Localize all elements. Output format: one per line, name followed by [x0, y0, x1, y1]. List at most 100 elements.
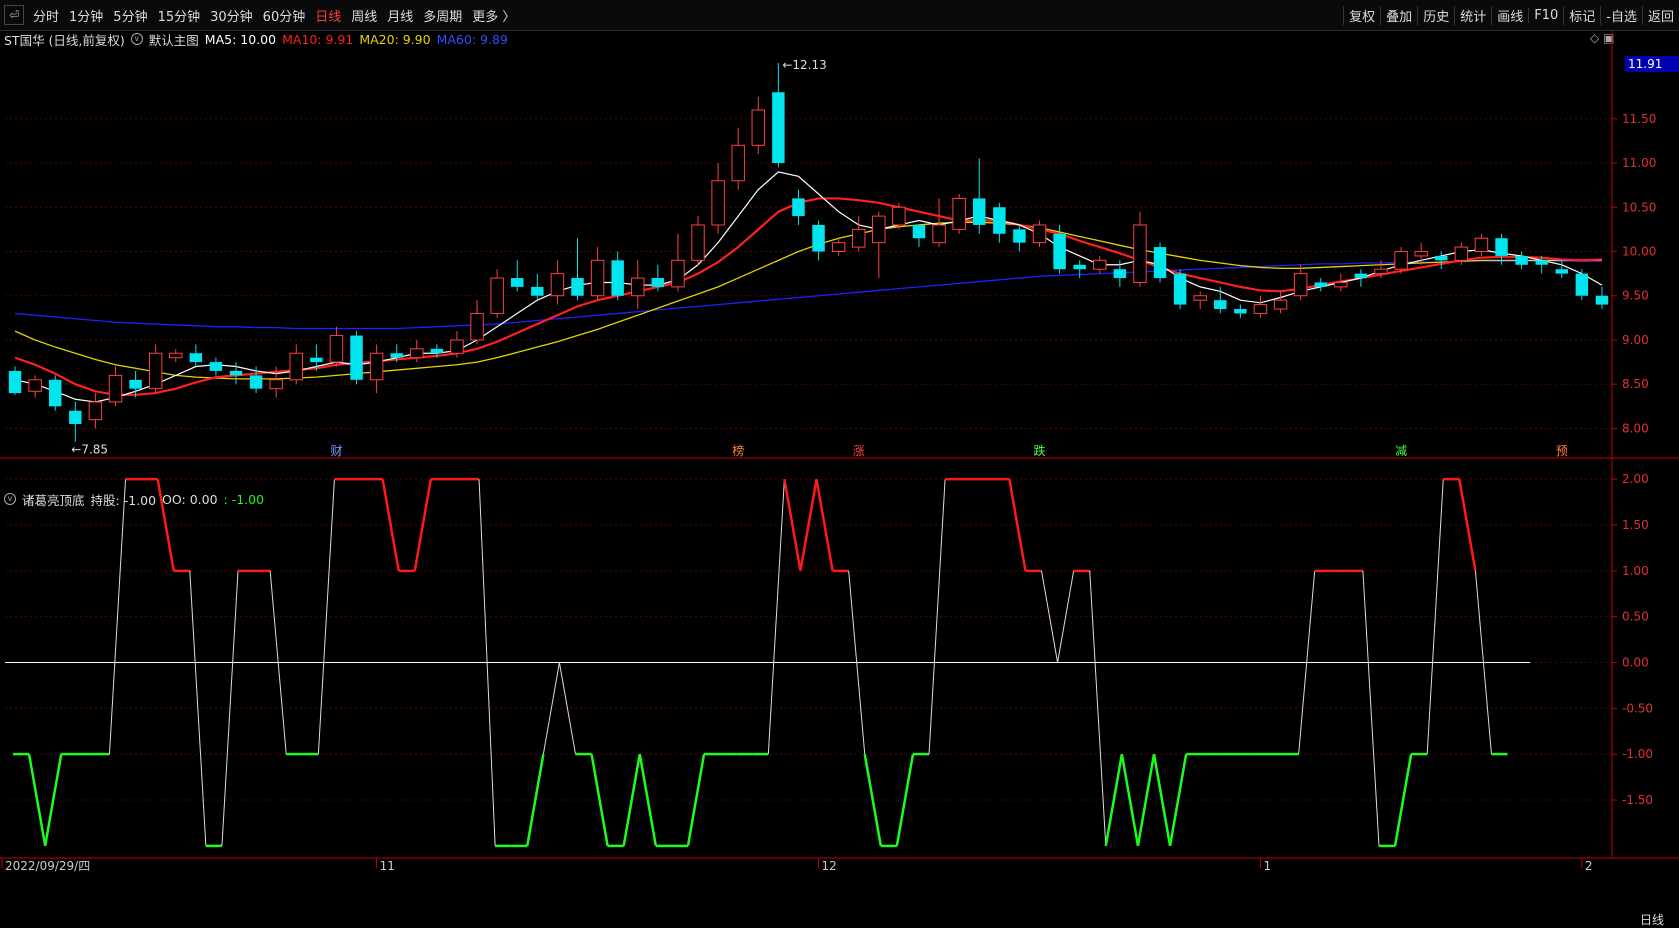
candle-body	[1394, 251, 1408, 270]
candle-body	[1314, 282, 1327, 287]
toolbar-button-7[interactable]: -自选	[1600, 5, 1642, 25]
candle-body	[450, 339, 464, 354]
candle-body	[129, 379, 142, 389]
period-tab-9[interactable]: 多周期	[418, 6, 467, 25]
toolbar-button-0[interactable]: 复权	[1343, 5, 1380, 25]
event-marker: 减	[1395, 444, 1407, 458]
candle-body	[1515, 255, 1528, 265]
candle-body	[691, 224, 705, 261]
toolbar-button-8[interactable]: 返回	[1641, 5, 1679, 25]
candle-body	[1234, 309, 1247, 314]
candle-body	[8, 370, 22, 394]
toolbar-button-4[interactable]: 画线	[1491, 5, 1528, 25]
back-icon[interactable]: ⏎	[4, 5, 24, 25]
period-tab-2[interactable]: 5分钟	[108, 6, 152, 25]
ind-tick-label: -0.50	[1622, 701, 1653, 715]
candle-body	[973, 198, 986, 225]
candle-body	[993, 207, 1006, 234]
toolbar-button-6[interactable]: 标记	[1563, 5, 1600, 25]
price-tick-label: 10.00	[1622, 245, 1656, 259]
candle-body	[1435, 255, 1448, 261]
candle-body	[1414, 251, 1428, 257]
price-tick-label: 11.50	[1622, 112, 1656, 126]
candle-body	[831, 242, 846, 253]
candle-body	[169, 352, 183, 359]
indicator-segment	[1168, 753, 1188, 847]
toolbar-button-3[interactable]: 统计	[1454, 5, 1491, 25]
toolbar-button-2[interactable]: 历史	[1417, 5, 1454, 25]
candle-body	[651, 278, 665, 287]
candle-body	[1454, 246, 1469, 261]
price-tick-label: 11.00	[1622, 156, 1656, 170]
date-label: 2	[1585, 859, 1593, 873]
period-tab-0[interactable]: 分时	[28, 6, 64, 25]
candle-body	[1013, 229, 1026, 243]
low-label: ←7.85	[71, 443, 108, 457]
candle-body	[590, 259, 605, 297]
candle-body	[1093, 259, 1107, 270]
candle-body	[470, 312, 484, 341]
period-tab-7[interactable]: 周线	[346, 6, 382, 25]
period-tab-5[interactable]: 60分钟	[258, 6, 311, 25]
kline-chart[interactable]: 11.5011.0010.5010.009.509.008.508.002.00…	[0, 30, 1679, 925]
candle-body	[410, 348, 424, 359]
period-tab-1[interactable]: 1分钟	[64, 6, 108, 25]
candle-body	[289, 352, 303, 381]
candle-body	[108, 374, 123, 403]
candle-body	[189, 353, 203, 363]
indicator-segment	[413, 478, 433, 572]
candle-body	[952, 197, 966, 230]
period-tab-4[interactable]: 30分钟	[205, 6, 258, 25]
candle-body	[631, 277, 645, 297]
candle-body	[229, 370, 243, 376]
candle-body	[1133, 224, 1147, 283]
period-tab-8[interactable]: 月线	[382, 6, 418, 25]
candle-body	[1173, 273, 1187, 305]
candle-body	[1113, 269, 1127, 279]
period-label: 日线	[1640, 913, 1665, 927]
candle-body	[851, 228, 866, 248]
candle-body	[148, 352, 163, 390]
event-marker: 预	[1556, 444, 1568, 458]
candle-body	[751, 109, 766, 146]
indicator-segment	[1393, 753, 1413, 847]
candle-body	[1354, 273, 1368, 279]
candle-body	[1374, 268, 1388, 275]
ma60-line	[14, 260, 1602, 330]
candle-body	[812, 224, 825, 252]
candle-body	[329, 335, 344, 363]
ind-tick-label: -1.00	[1622, 747, 1653, 761]
indicator-segment	[638, 753, 658, 847]
price-tick-label: 9.00	[1622, 333, 1649, 347]
candle-body	[1053, 233, 1066, 270]
candle-body	[1293, 273, 1308, 297]
period-tab-3[interactable]: 15分钟	[153, 6, 206, 25]
function-buttons: 复权 叠加 历史 统计 画线 F10 标记 -自选 返回	[1343, 0, 1679, 30]
ind-tick-label: 2.00	[1622, 472, 1649, 486]
ind-tick-label: -1.50	[1622, 793, 1653, 807]
candle-body	[88, 401, 103, 421]
candle-body	[430, 348, 444, 354]
ma5-line	[14, 171, 1603, 403]
candle-body	[1535, 260, 1548, 265]
candle-body	[731, 144, 745, 182]
candle-body	[1334, 281, 1348, 288]
period-tab-10[interactable]: 更多 〉	[467, 6, 520, 25]
candle-body	[531, 286, 544, 296]
candle-body	[611, 260, 624, 296]
candle-body	[892, 206, 906, 226]
indicator-segment	[43, 753, 63, 847]
candle-body	[872, 215, 886, 244]
high-label: ←12.13	[782, 58, 826, 72]
candle-body	[269, 379, 283, 390]
candle-body	[1273, 299, 1288, 310]
ind-tick-label: 1.00	[1622, 564, 1649, 578]
toolbar-button-5[interactable]: F10	[1528, 7, 1563, 23]
candle-body	[1474, 237, 1489, 252]
period-tab-6[interactable]: 日线	[310, 6, 346, 25]
indicator-segment	[1104, 753, 1124, 847]
candle-body	[1193, 295, 1207, 301]
event-marker: 财	[330, 444, 342, 458]
toolbar-button-1[interactable]: 叠加	[1380, 5, 1417, 25]
candle-body	[1253, 304, 1268, 314]
